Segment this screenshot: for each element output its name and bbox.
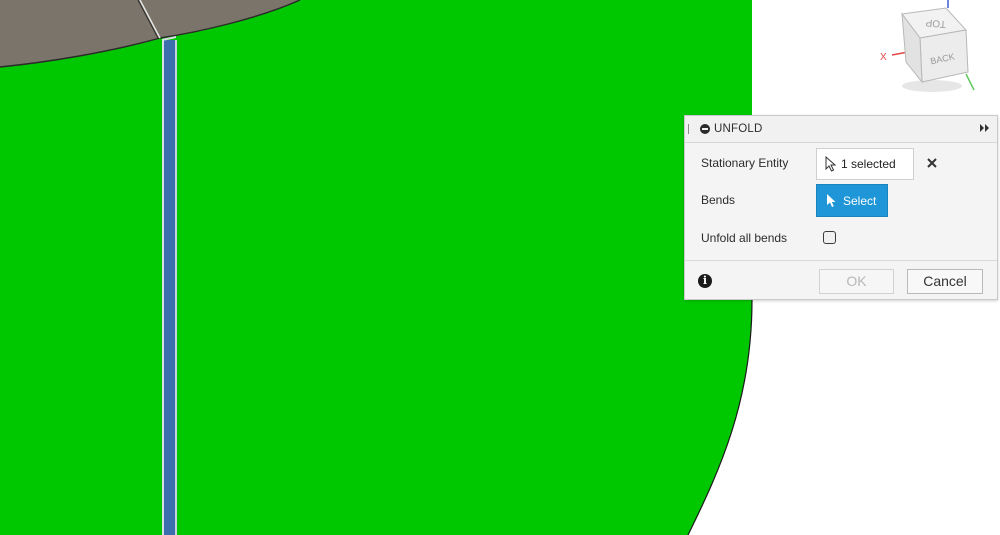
sheet-edge-blue	[163, 40, 175, 535]
bends-label: Bends	[701, 193, 736, 207]
cancel-button[interactable]: Cancel	[907, 269, 983, 294]
cube-top-label: TOP	[925, 16, 947, 29]
row-unfold-all-bends: Unfold all bends	[685, 221, 997, 255]
view-cube[interactable]: X TOP BACK	[870, 0, 1000, 110]
stop-icon	[700, 124, 710, 134]
selected-count: 1 selected	[841, 157, 896, 171]
row-stationary-entity: Stationary Entity 1 selected	[685, 146, 997, 180]
dialog-header[interactable]: UNFOLD	[685, 116, 997, 143]
select-button-label: Select	[843, 193, 877, 208]
green-face	[0, 0, 752, 535]
row-bends: Bends Select	[685, 183, 997, 217]
expand-icon[interactable]	[979, 123, 991, 133]
x-axis-label: X	[880, 52, 887, 63]
drag-grip-icon[interactable]	[688, 124, 691, 134]
dialog-footer: i OK Cancel	[685, 260, 997, 301]
stationary-entity-selector[interactable]: 1 selected	[816, 148, 914, 180]
ok-button[interactable]: OK	[819, 269, 894, 294]
y-axis-line	[965, 73, 975, 91]
unfold-dialog: UNFOLD Stationary Entity 1 selected Bend…	[684, 115, 998, 300]
bends-select-button[interactable]: Select	[816, 184, 888, 217]
cursor-arrow-icon	[827, 193, 836, 207]
info-icon[interactable]: i	[698, 274, 712, 288]
unfold-all-bends-checkbox[interactable]	[823, 231, 836, 244]
unfold-all-bends-label: Unfold all bends	[701, 231, 788, 245]
dialog-title: UNFOLD	[714, 123, 763, 135]
clear-selection-icon[interactable]	[924, 155, 940, 171]
cursor-arrow-icon	[825, 156, 837, 172]
stationary-entity-label: Stationary Entity	[701, 156, 789, 170]
